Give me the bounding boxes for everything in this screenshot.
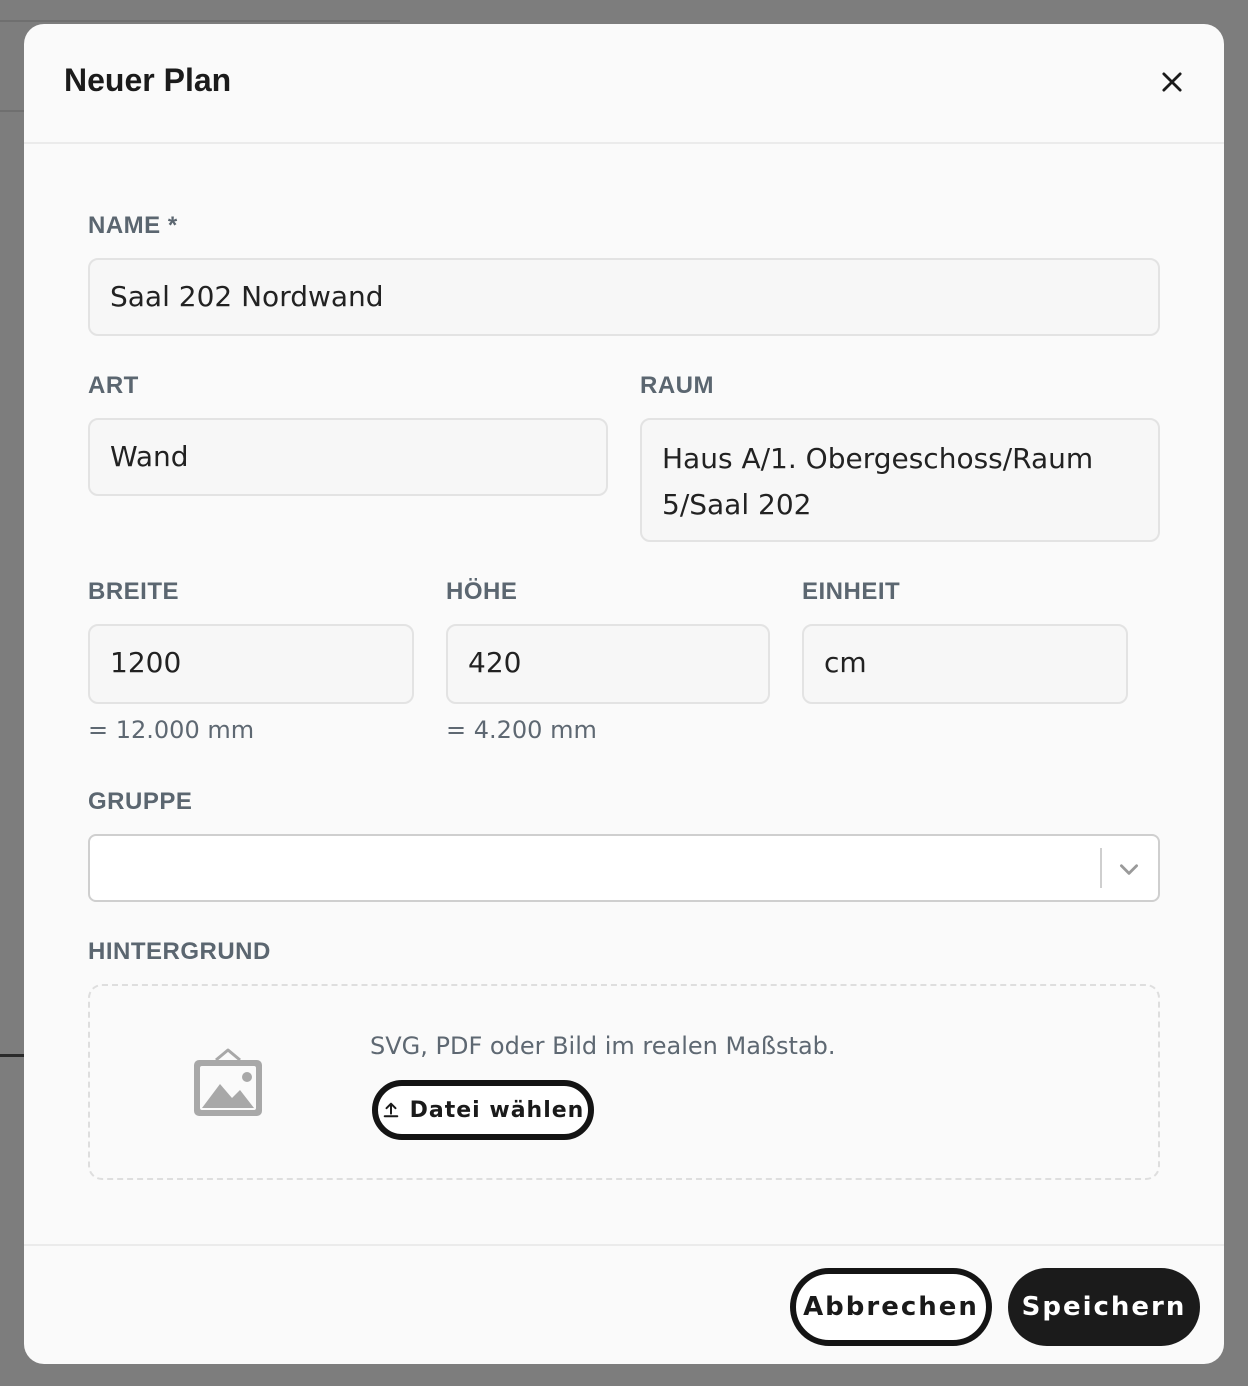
breite-input-value: 1200 (110, 646, 182, 679)
close-icon (1162, 72, 1182, 92)
gruppe-select[interactable] (88, 834, 1160, 902)
name-input-value: Saal 202 Nordwand (110, 280, 384, 313)
new-plan-dialog: Neuer Plan NAME * Saal 202 Nordwand ART … (24, 24, 1224, 1364)
breite-input[interactable]: 1200 (88, 624, 414, 704)
cancel-button[interactable]: Abbrechen (790, 1268, 992, 1346)
image-placeholder-icon (194, 1048, 262, 1116)
hoehe-input-value: 420 (468, 646, 522, 679)
dropzone-description: SVG, PDF oder Bild im realen Maßstab. (370, 1032, 836, 1060)
breite-label: BREITE (88, 578, 180, 605)
raum-input[interactable]: Haus A/1. Obergeschoss/Raum 5/Saal 202 (640, 418, 1160, 542)
breite-hint: = 12.000 mm (88, 716, 255, 744)
hoehe-label: HÖHE (446, 578, 518, 605)
upload-icon (383, 1102, 398, 1118)
raum-input-line-1: Haus A/1. Obergeschoss/Raum (662, 442, 1094, 475)
background-divider (0, 20, 400, 22)
close-button[interactable] (1158, 68, 1186, 96)
save-button[interactable]: Speichern (1008, 1268, 1200, 1346)
einheit-input-value: cm (824, 646, 867, 679)
art-input[interactable]: Wand (88, 418, 608, 496)
dialog-footer: Abbrechen Speichern (24, 1244, 1224, 1364)
dialog-title: Neuer Plan (64, 62, 232, 98)
hoehe-hint: = 4.200 mm (446, 716, 597, 744)
einheit-input[interactable]: cm (802, 624, 1128, 704)
einheit-label: EINHEIT (802, 578, 901, 605)
background-dropzone[interactable]: SVG, PDF oder Bild im realen Maßstab. Da… (88, 984, 1160, 1180)
hintergrund-label: HINTERGRUND (88, 938, 271, 965)
art-label: ART (88, 372, 139, 399)
hoehe-input[interactable]: 420 (446, 624, 770, 704)
background-divider (0, 1054, 24, 1057)
raum-label: RAUM (640, 372, 714, 399)
art-input-value: Wand (110, 440, 189, 473)
chevron-down-icon[interactable] (1116, 856, 1142, 882)
choose-file-label: Datei wählen (409, 1097, 585, 1123)
select-divider (1100, 848, 1102, 888)
dialog-header: Neuer Plan (24, 24, 1224, 144)
choose-file-button[interactable]: Datei wählen (372, 1080, 594, 1140)
gruppe-label: GRUPPE (88, 788, 193, 815)
raum-input-line-2: 5/Saal 202 (662, 488, 812, 521)
name-input[interactable]: Saal 202 Nordwand (88, 258, 1160, 336)
name-label: NAME * (88, 212, 178, 239)
background-divider (0, 110, 24, 112)
